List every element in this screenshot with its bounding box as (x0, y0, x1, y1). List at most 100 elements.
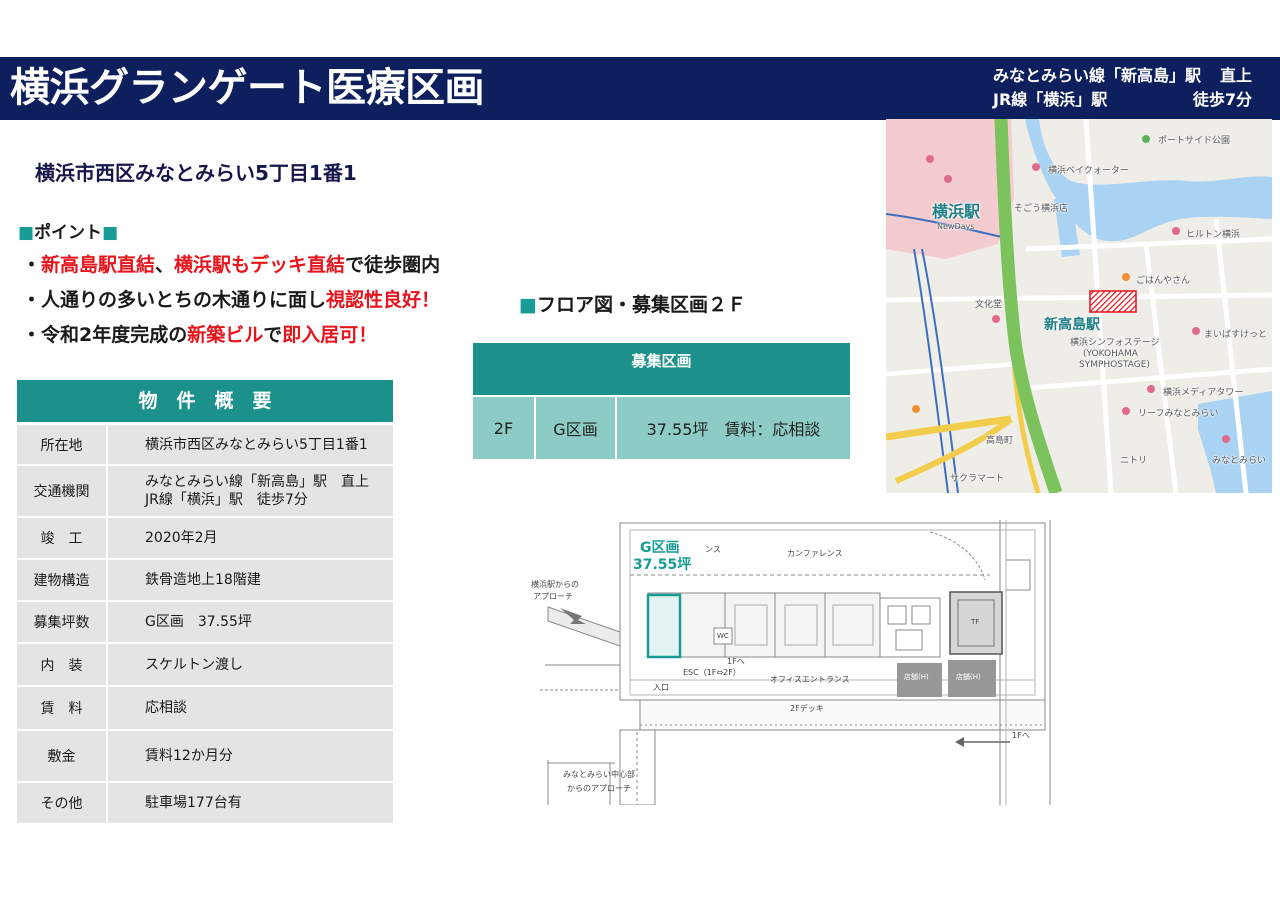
floor-plan-graphic (540, 520, 1051, 805)
point-segment: で徒歩圏内 (345, 254, 441, 276)
overview-table-title: 物 件 概 要 (17, 380, 393, 422)
table-row: その他 駐車場177台有 (17, 783, 393, 823)
point-segment: 新築ビル (187, 324, 264, 346)
plan-label-office-entrance: オフィスエントランス (770, 675, 850, 684)
point-line-access: ・新高島駅直結、横浜駅もデッキ直結で徒歩圏内 (22, 253, 440, 277)
table-row: 内 装 スケルトン渡し (17, 644, 393, 685)
elevator (887, 605, 907, 625)
g-section-area: 37.55坪 (633, 557, 692, 573)
map-label-shin-takashima-station: 新高島駅 (1044, 317, 1100, 333)
row-value-text: 鉄骨造地上18階建 (145, 572, 261, 588)
point-segment: ・人通りの多いとちの木通りに面し (22, 289, 327, 311)
map-label-hilton: ヒルトン横浜 (1186, 230, 1241, 240)
floor-plan-drawing: G区画 37.55坪 ンス カンファレンス 横浜駅からの アプローチ WC 1F… (530, 520, 1055, 805)
map-label-media-tower: 横浜メディアタワー (1163, 388, 1244, 398)
plan-label-to-1f: 1Fへ (727, 657, 745, 666)
row-label: 募集坪数 (17, 602, 106, 642)
header-bar: 横浜グランゲート医療区画 みなとみらい線「新高島」駅 直上 JR線「横浜」駅 徒… (0, 57, 1280, 120)
row-label: その他 (17, 783, 106, 823)
table-row: 募集坪数 G区画 37.55坪 (17, 602, 393, 642)
section-cell: G区画 (536, 397, 615, 459)
map-label-leaf: リーフみなとみらい (1138, 409, 1219, 419)
row-value-text: スケルトン渡し (145, 656, 243, 673)
row-label: 竣 工 (17, 518, 106, 558)
row-value-text: 2020年2月 (145, 530, 218, 546)
elevator-hall (895, 629, 923, 651)
row-value-text: G区画 37.55坪 (145, 614, 252, 630)
point-segment: ・ (22, 254, 42, 276)
map-label-gohanyasan: ごはんやさん (1136, 276, 1191, 286)
row-label: 賃 料 (17, 687, 106, 729)
points-heading-text: ポイント (34, 223, 103, 243)
plan-label-to-1f: 1Fへ (1012, 731, 1030, 740)
map-label-portside-park: ポートサイド公園 (1158, 136, 1231, 146)
structure (1006, 559, 1031, 591)
access-row-jr: JR線「横浜」駅 徒歩7分 (993, 88, 1252, 112)
station-area (886, 119, 1014, 259)
map-label-symphostage-en: SYMPHOSTAGE) (1079, 360, 1150, 370)
map-label-yokohama-station: 横浜駅 (932, 202, 981, 221)
row-label: 敷金 (17, 731, 106, 781)
to-1f-arrow-icon (955, 737, 1010, 747)
access-line: JR線「横浜」駅 (993, 90, 1108, 109)
page-title: 横浜グランゲート医療区画 (10, 65, 485, 111)
row-value-text: 賃料12か月分 (145, 748, 233, 764)
approach-corridor (547, 606, 621, 647)
elevator (911, 605, 931, 625)
floor-cell: 2F (473, 397, 534, 459)
point-segment: 新高島駅直結 (41, 254, 156, 276)
row-value-text: みなとみらい線「新高島」駅 直上 (145, 474, 369, 490)
floor-plan-heading: ■フロア図・募集区画２Ｆ (519, 290, 746, 317)
access-note: 直上 (1219, 66, 1252, 85)
row-value: 2020年2月 (108, 518, 393, 558)
elevator-block (879, 597, 941, 658)
plan-label-conference: カンファレンス (787, 549, 843, 558)
point-line-visibility: ・人通りの多いとちの木通りに面し視認性良好！ (22, 288, 440, 312)
point-line-new-building: ・令和2年度完成の新築ビルで即入居可！ (22, 323, 377, 347)
target-location-marker (1089, 290, 1137, 313)
map-label-maibasuketto: まいばすけっと (1204, 330, 1268, 340)
map-label-minatomirai: みなとみらい (1212, 456, 1267, 466)
map-label-symphostage: 横浜シンフォステージ (1070, 338, 1160, 348)
row-value: 鉄骨造地上18階建 (108, 560, 393, 600)
plan-label-escalator: ESC（1F⇔2F） (683, 668, 741, 677)
table-row: 交通機関 みなとみらい線「新高島」駅 直上 JR線「横浜」駅 徒歩7分 (17, 466, 393, 516)
plan-label-mm-approach: みなとみらい中心部 (563, 770, 635, 779)
plan-label-yokohama-approach: アプローチ (533, 592, 573, 601)
map-label-nitori: ニトリ (1120, 456, 1148, 466)
point-segment: 、 (155, 254, 175, 276)
property-overview-table: 物 件 概 要 所在地 横浜市西区みなとみらい5丁目1番1 交通機関 みなとみら… (17, 380, 393, 823)
g-section-outline (646, 593, 682, 659)
row-value: みなとみらい線「新高島」駅 直上 JR線「横浜」駅 徒歩7分 (108, 466, 393, 516)
table-row: 建物構造 鉄骨造地上18階建 (17, 560, 393, 600)
map-label-sakura-mart: サクラマート (950, 474, 1005, 484)
access-line: みなとみらい線「新高島」駅 (993, 66, 1202, 85)
arc-line (929, 531, 986, 581)
property-address: 横浜市西区みなとみらい5丁目1番1 (35, 161, 357, 185)
point-segment: で (263, 324, 283, 346)
plan-label-mm-approach: からのアプローチ (567, 784, 631, 793)
row-value: 賃料12か月分 (108, 731, 393, 781)
floor-plan-heading-text: フロア図・募集区画２Ｆ (536, 294, 746, 316)
row-label: 交通機関 (17, 466, 106, 516)
plan-label-fragment: ンス (705, 545, 721, 554)
row-label: 所在地 (17, 425, 106, 464)
row-value: 応相談 (108, 687, 393, 729)
points-heading: ■ポイント■ (18, 218, 118, 243)
row-value-text: 駐車場177台有 (145, 795, 242, 811)
point-segment: ・令和2年度完成の (22, 324, 188, 346)
row-value: スケルトン渡し (108, 644, 393, 685)
point-segment: 横浜駅もデッキ直結 (174, 254, 346, 276)
table-row: 2F G区画 37.55坪 賃料：応相談 (473, 397, 850, 459)
row-value-text: 横浜市西区みなとみらい5丁目1番1 (145, 436, 368, 453)
row-value-text: JR線「横浜」駅 徒歩7分 (145, 492, 308, 508)
plan-label-tf: TF (971, 618, 980, 626)
plan-label-shop: 店舗(H) (956, 673, 981, 681)
map-label-bay-quarter: 横浜ベイクォーター (1048, 166, 1129, 176)
access-row-minatomirai: みなとみらい線「新高島」駅 直上 (993, 64, 1252, 88)
location-map: 横浜ベイクォーター ポートサイド公園 そごう横浜店 横浜駅 NewDays ヒル… (886, 119, 1272, 493)
recruitment-table-header: 募集区画 (473, 343, 850, 395)
plan-label-yokohama-approach: 横浜駅からの (531, 580, 579, 589)
square-marker-icon: ■ (519, 294, 537, 316)
row-value-text: 応相談 (145, 700, 187, 716)
